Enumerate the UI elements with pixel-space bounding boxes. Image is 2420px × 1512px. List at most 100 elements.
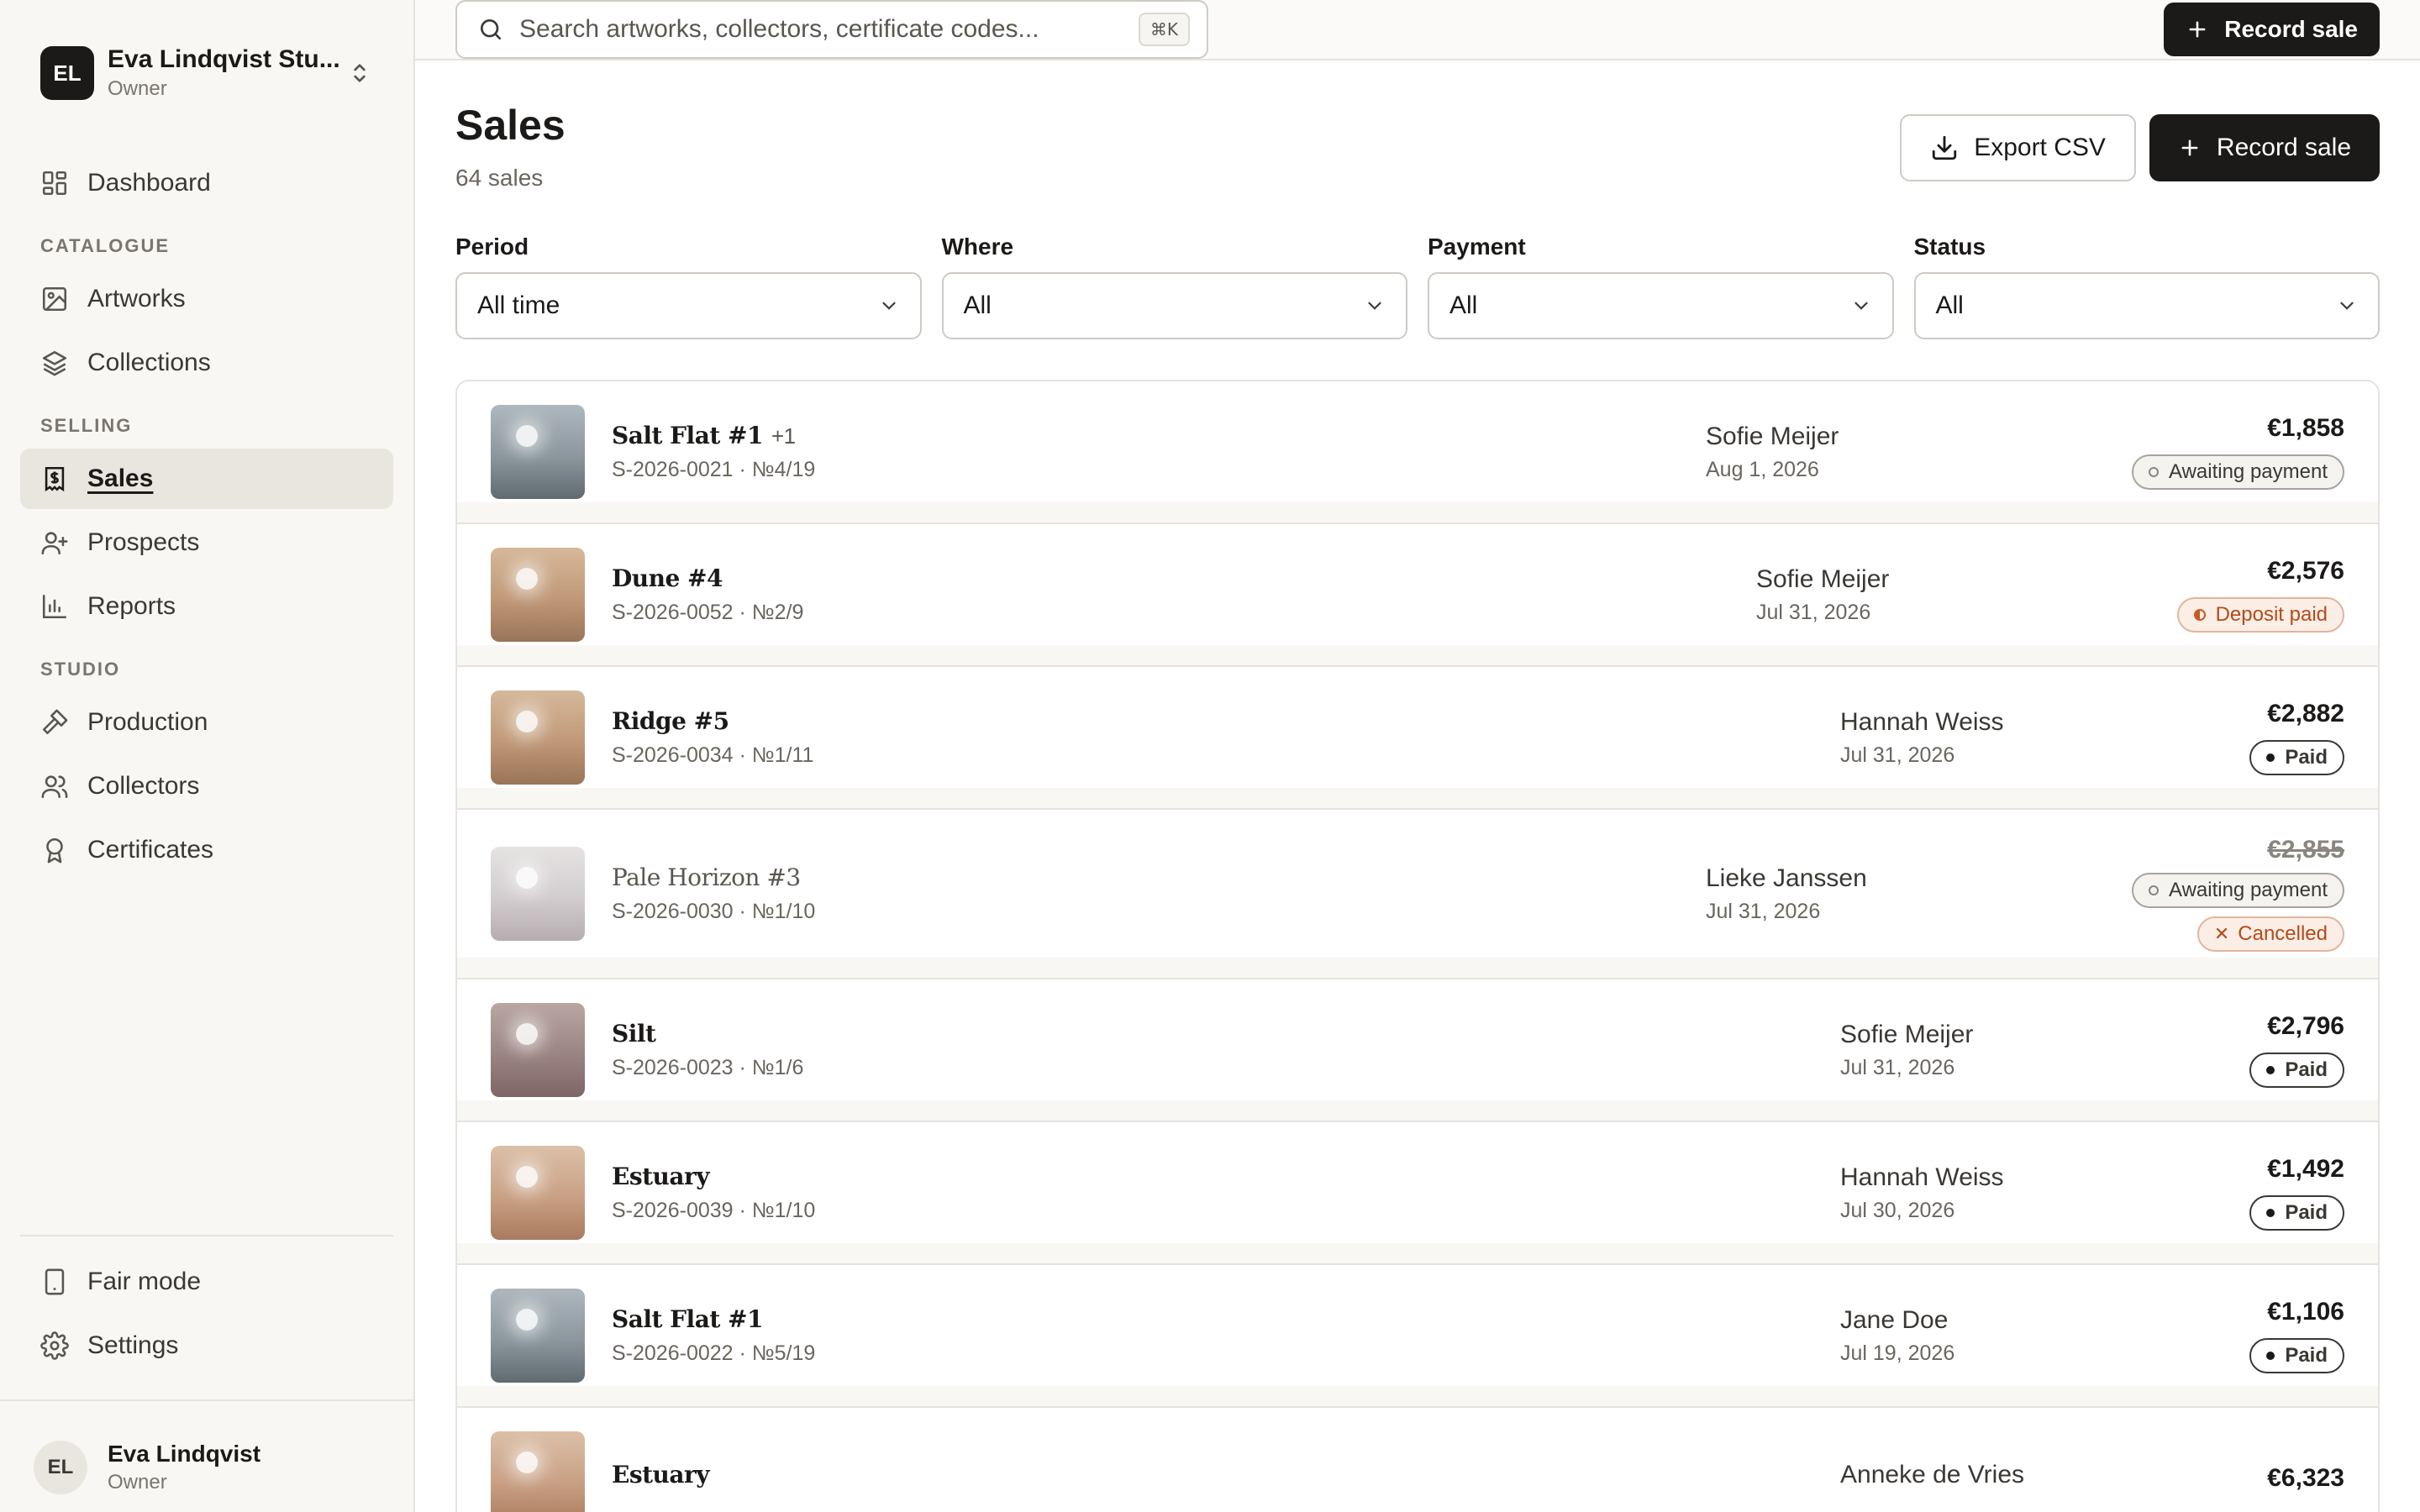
search-shortcut: ⌘K: [1138, 13, 1190, 46]
search-input[interactable]: [519, 15, 1139, 44]
status-badge-label: Awaiting payment: [2169, 460, 2328, 483]
status-badge: Paid: [2249, 1338, 2344, 1373]
sale-row[interactable]: Pale Horizon #3 S-2026-0030 · №1/10 Liek…: [457, 810, 2378, 979]
sale-row[interactable]: Ridge #5 S-2026-0034 · №1/11 Hannah Weis…: [457, 667, 2378, 810]
buyer-name: Hannah Weiss: [1840, 1163, 2004, 1191]
sale-row[interactable]: Estuary S-2026-0039 · №1/10 Hannah Weiss…: [457, 1122, 2378, 1265]
nav-dashboard[interactable]: Dashboard: [20, 153, 393, 213]
nav-collections[interactable]: Collections: [20, 333, 393, 393]
sale-code: S-2026-0021 · №4/19: [612, 458, 816, 481]
buyer-name: Sofie Meijer: [1840, 1020, 1974, 1048]
buyer-name: Sofie Meijer: [1706, 422, 1839, 450]
status-badge: Paid: [2249, 1195, 2344, 1231]
artwork-title: Silt: [612, 1020, 1840, 1047]
sale-code: S-2026-0022 · №5/19: [612, 1341, 816, 1365]
export-csv-label: Export CSV: [1974, 134, 2106, 161]
search-box[interactable]: ⌘K: [455, 0, 1208, 59]
chevron-down-icon: [1368, 302, 1381, 310]
artwork-thumbnail: [491, 405, 585, 499]
sale-price: €1,106: [2267, 1298, 2344, 1326]
artwork-title-text: Salt Flat #1: [612, 422, 763, 449]
sale-row[interactable]: Estuary Anneke de Vries €6,323: [457, 1408, 2378, 1512]
sale-row[interactable]: Silt S-2026-0023 · №1/6 Sofie Meijer Jul…: [457, 979, 2378, 1122]
artwork-title: Salt Flat #1: [612, 1305, 1840, 1333]
nav-artworks[interactable]: Artworks: [20, 269, 393, 329]
buyer-name: Jane Doe: [1840, 1305, 1949, 1334]
tablet-icon: [45, 1268, 65, 1295]
sale-code: S-2026-0034 · №1/11: [612, 743, 814, 767]
sidebar-footer-nav: Fair mode Settings: [20, 1235, 393, 1379]
filter-status-value: All: [1935, 291, 1964, 319]
gear-icon: [40, 1331, 69, 1360]
user-menu[interactable]: EL Eva Lindqvist Owner: [0, 1399, 413, 1512]
layers-icon: [42, 350, 67, 376]
filter-payment-select[interactable]: All: [1428, 272, 1894, 339]
filter-period-select[interactable]: All time: [455, 272, 922, 339]
sale-row[interactable]: Salt Flat #1 +1 S-2026-0021 · №4/19 Sofie…: [457, 381, 2378, 524]
sale-code: S-2026-0039 · №1/10: [612, 1199, 816, 1222]
topbar-record-sale-button[interactable]: Record sale: [2164, 3, 2380, 56]
sale-price: €1,492: [2267, 1155, 2344, 1183]
nav-fair-mode[interactable]: Fair mode: [20, 1252, 393, 1312]
buyer-name: Sofie Meijer: [1756, 564, 1890, 593]
workspace-switcher[interactable]: EL Eva Lindqvist Stu... Owner: [0, 0, 413, 101]
sale-row[interactable]: Dune #4 S-2026-0052 · №2/9 Sofie Meijer …: [457, 524, 2378, 667]
record-sale-label: Record sale: [2216, 134, 2351, 161]
sale-date: Jul 30, 2026: [1840, 1198, 1955, 1222]
filter-period-value: All time: [477, 291, 560, 319]
user-plus-icon: [41, 532, 68, 555]
artwork-thumbnail: [491, 1431, 585, 1512]
status-badge: Paid: [2249, 1053, 2344, 1088]
status-badge-label: Paid: [2285, 1058, 2328, 1081]
nav-collections-label: Collections: [87, 349, 211, 376]
artwork-title: Ridge #5: [612, 707, 1840, 735]
artwork-title: Estuary: [612, 1163, 1840, 1190]
artwork-thumbnail: [491, 847, 585, 941]
artwork-title-text: Salt Flat #1: [612, 1305, 763, 1333]
status-badge: Awaiting payment: [2132, 873, 2344, 908]
nav-reports[interactable]: Reports: [20, 576, 393, 637]
workspace-role: Owner: [108, 77, 167, 100]
nav-fair-mode-label: Fair mode: [87, 1268, 202, 1295]
sale-date: Jul 31, 2026: [1706, 899, 1821, 923]
chevron-down-icon: [1854, 302, 1868, 310]
export-csv-button[interactable]: Export CSV: [1900, 114, 2136, 181]
filter-status-select[interactable]: All: [1913, 272, 2380, 339]
filter-status: Status All: [1913, 234, 2380, 339]
sale-price: €2,882: [2267, 700, 2344, 727]
search-icon: [481, 19, 501, 39]
download-icon: [1933, 135, 1957, 160]
artwork-thumbnail: [491, 548, 585, 642]
section-studio: STUDIO: [40, 659, 121, 680]
nav-sales[interactable]: Sales: [20, 449, 393, 509]
buyer-name: Hannah Weiss: [1840, 707, 2004, 736]
filter-payment-value: All: [1449, 291, 1478, 319]
record-sale-button[interactable]: Record sale: [2149, 114, 2380, 181]
status-badge-label: Paid: [2285, 1344, 2328, 1367]
sales-list: Salt Flat #1 +1 S-2026-0021 · №4/19 Sofie…: [455, 380, 2380, 1512]
filters: Period All time Where All Payment All St…: [455, 234, 2380, 339]
sale-price: €2,855: [2267, 836, 2344, 864]
award-icon: [46, 837, 63, 864]
receipt-icon: [45, 466, 65, 492]
nav-certificates[interactable]: Certificates: [20, 820, 393, 880]
artwork-title: Estuary: [612, 1461, 1840, 1488]
artwork-title-text: Ridge #5: [612, 707, 729, 735]
filter-where-value: All: [963, 291, 992, 319]
status-badge-label: Paid: [2285, 1201, 2328, 1224]
sale-date: Aug 1, 2026: [1706, 457, 1819, 481]
artwork-thumbnail: [491, 690, 585, 785]
nav-production[interactable]: Production: [20, 692, 393, 753]
filter-payment: Payment All: [1428, 234, 1894, 339]
filter-where-select[interactable]: All: [941, 272, 1407, 339]
status-badge: Deposit paid: [2176, 597, 2344, 633]
nav-prospects[interactable]: Prospects: [20, 512, 393, 573]
nav-settings[interactable]: Settings: [20, 1315, 393, 1376]
nav-collectors[interactable]: Collectors: [20, 756, 393, 816]
filter-where-label: Where: [941, 234, 1014, 260]
sale-price: €1,858: [2267, 414, 2344, 442]
sale-row[interactable]: Salt Flat #1 S-2026-0022 · №5/19 Jane Do…: [457, 1265, 2378, 1408]
users-icon: [41, 775, 68, 799]
nav-reports-label: Reports: [87, 592, 176, 620]
nav-sales-label: Sales: [87, 465, 154, 492]
